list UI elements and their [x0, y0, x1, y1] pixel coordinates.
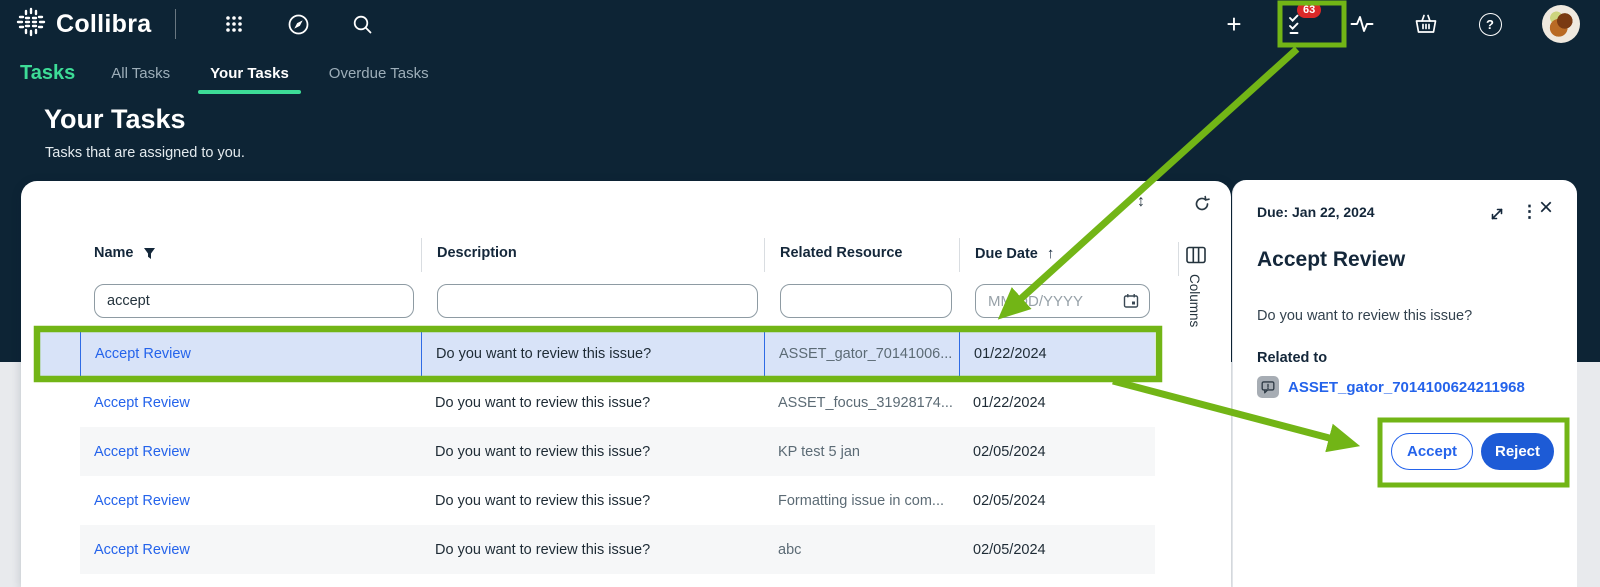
table-row[interactable]: Accept Review Do you want to review this… [36, 476, 1155, 525]
filter-funnel-icon[interactable] [143, 247, 156, 260]
help-icon[interactable]: ? [1478, 12, 1502, 36]
table-body: Accept Review Do you want to review this… [36, 329, 1155, 574]
row-select-cell[interactable] [36, 525, 80, 574]
related-resource-row: ASSET_gator_7014100624211968 [1257, 376, 1525, 398]
column-divider [764, 238, 765, 272]
column-label: Description [437, 245, 517, 261]
table-header-row: Name Description Related Resource Due Da… [21, 237, 1176, 273]
page-header: Your Tasks Tasks that are assigned to yo… [44, 104, 245, 161]
section-label: Tasks [20, 62, 75, 85]
task-name-link[interactable]: Accept Review [95, 346, 191, 362]
task-description: Do you want to review this issue? [421, 476, 764, 525]
task-due-date: 02/05/2024 [959, 476, 1155, 525]
task-due-date: 02/05/2024 [959, 525, 1155, 574]
row-select-cell[interactable] [36, 378, 80, 427]
task-related-resource: KP test 5 jan [764, 427, 959, 476]
refresh-icon[interactable] [1193, 195, 1211, 218]
user-avatar[interactable] [1542, 5, 1580, 43]
due-date-filter-input[interactable] [986, 292, 1123, 311]
column-header-due-date[interactable]: Due Date ↑ [975, 245, 1054, 262]
column-header-description[interactable]: Description [437, 245, 517, 261]
task-due-date: 02/05/2024 [959, 427, 1155, 476]
task-detail-panel: Due: Jan 22, 2024 ⋮ × Accept Review Do y… [1232, 180, 1577, 587]
detail-question: Do you want to review this issue? [1257, 308, 1472, 324]
add-icon[interactable]: + [1222, 12, 1246, 36]
table-row[interactable]: Accept Review Do you want to review this… [36, 427, 1155, 476]
row-height-icon[interactable]: ↕ [1137, 193, 1145, 211]
issue-bubble-icon [1257, 376, 1279, 398]
sort-ascending-icon[interactable]: ↑ [1047, 245, 1055, 262]
row-select-cell[interactable] [36, 476, 80, 525]
task-related-resource: abc [764, 525, 959, 574]
page-title: Your Tasks [44, 104, 245, 135]
task-name-link[interactable]: Accept Review [94, 493, 190, 509]
tasks-table-card: ↕ Name Description Related Resource D [21, 181, 1231, 587]
top-bar: Collibra [0, 0, 1600, 48]
apps-grid-icon[interactable] [222, 12, 246, 36]
expand-icon[interactable] [1489, 206, 1505, 227]
page-subtitle: Tasks that are assigned to you. [45, 145, 245, 161]
task-name-link[interactable]: Accept Review [94, 395, 190, 411]
more-options-icon[interactable]: ⋮ [1521, 202, 1538, 222]
columns-icon[interactable] [1186, 246, 1206, 269]
plus-glyph: + [1226, 11, 1241, 37]
brand-name: Collibra [56, 10, 151, 39]
task-related-resource: Formatting issue in com... [764, 476, 959, 525]
table-row[interactable]: Accept Review Do you want to review this… [36, 525, 1155, 574]
close-icon[interactable]: × [1539, 196, 1553, 220]
row-select-cell[interactable] [36, 427, 80, 476]
basket-icon[interactable] [1414, 12, 1438, 36]
rail-divider [1178, 242, 1179, 276]
name-filter-input[interactable] [94, 284, 414, 318]
reject-button[interactable]: Reject [1481, 433, 1554, 470]
task-related-resource: ASSET_focus_31928174... [764, 378, 959, 427]
column-header-related-resource[interactable]: Related Resource [780, 245, 903, 261]
tab-overdue-tasks[interactable]: Overdue Tasks [327, 63, 431, 84]
column-divider [959, 238, 960, 272]
task-name-link[interactable]: Accept Review [94, 444, 190, 460]
column-header-name[interactable]: Name [94, 245, 156, 261]
filter-row [21, 284, 1176, 320]
task-description: Do you want to review this issue? [421, 378, 764, 427]
topbar-left: Collibra [0, 7, 394, 42]
column-divider [421, 238, 422, 272]
column-label: Due Date [975, 246, 1038, 262]
related-to-label: Related to [1257, 350, 1327, 366]
due-date-filter-field[interactable] [975, 284, 1150, 318]
due-date-label: Due: Jan 22, 2024 [1257, 204, 1375, 220]
columns-rail-label[interactable]: Columns [1187, 274, 1202, 327]
column-label: Related Resource [780, 245, 903, 261]
help-glyph: ? [1486, 17, 1494, 32]
topbar-right: + 63 [1222, 0, 1600, 48]
collibra-app: Collibra [0, 0, 1600, 587]
task-name-link[interactable]: Accept Review [94, 542, 190, 558]
task-related-resource: ASSET_gator_70141006... [764, 329, 959, 378]
tab-all-tasks[interactable]: All Tasks [109, 63, 172, 84]
description-filter-input[interactable] [437, 284, 758, 318]
related-resource-filter-input[interactable] [780, 284, 952, 318]
tasks-inbox-button[interactable]: 63 [1286, 12, 1310, 36]
compass-icon[interactable] [286, 12, 310, 36]
tasks-tab-bar: Tasks All Tasks Your Tasks Overdue Tasks [20, 54, 449, 92]
task-description: Do you want to review this issue? [421, 525, 764, 574]
row-select-cell[interactable] [36, 329, 80, 378]
task-due-date: 01/22/2024 [959, 378, 1155, 427]
related-resource-link[interactable]: ASSET_gator_7014100624211968 [1288, 379, 1525, 396]
tab-your-tasks[interactable]: Your Tasks [208, 63, 291, 84]
task-due-date: 01/22/2024 [959, 329, 1155, 378]
topbar-divider [175, 9, 176, 39]
collibra-logo-icon [16, 7, 46, 42]
detail-title: Accept Review [1257, 248, 1405, 272]
tasks-count-badge: 63 [1297, 2, 1321, 18]
calendar-icon[interactable] [1123, 293, 1139, 309]
task-description: Do you want to review this issue? [421, 329, 764, 378]
accept-button[interactable]: Accept [1391, 433, 1473, 470]
table-row[interactable]: Accept Review Do you want to review this… [36, 378, 1155, 427]
search-icon[interactable] [350, 12, 374, 36]
task-description: Do you want to review this issue? [421, 427, 764, 476]
activity-pulse-icon[interactable] [1350, 12, 1374, 36]
column-label: Name [94, 245, 134, 261]
table-row[interactable]: Accept Review Do you want to review this… [36, 329, 1155, 378]
